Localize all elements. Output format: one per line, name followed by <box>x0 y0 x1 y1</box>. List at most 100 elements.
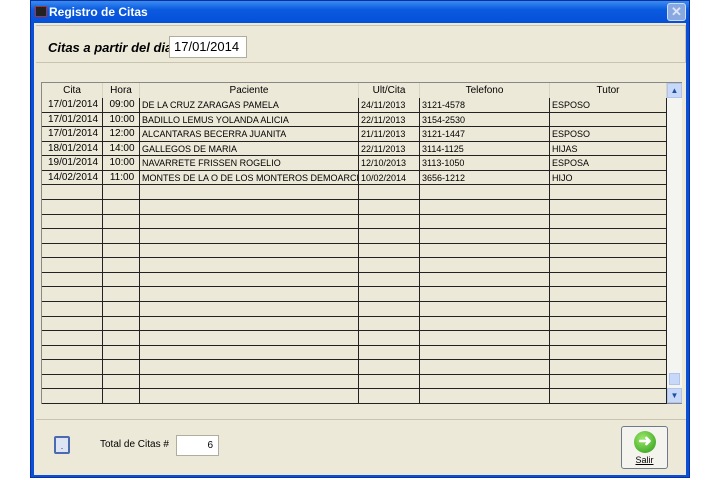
empty-cell[interactable] <box>550 331 667 346</box>
empty-cell[interactable] <box>550 316 667 332</box>
empty-cell[interactable] <box>420 389 550 404</box>
date-filter-input[interactable]: 17/01/2014 <box>169 36 247 58</box>
grid-cell[interactable]: 10/02/2014 <box>359 170 420 186</box>
empty-cell[interactable] <box>359 301 420 317</box>
grid-cell[interactable]: 10:00 <box>103 156 140 171</box>
empty-cell[interactable] <box>420 229 550 244</box>
empty-cell[interactable] <box>42 374 103 390</box>
grid-cell[interactable]: 19/01/2014 <box>42 156 103 171</box>
empty-cell[interactable] <box>42 331 103 346</box>
grid-cell[interactable]: 17/01/2014 <box>42 112 103 128</box>
empty-cell[interactable] <box>550 214 667 230</box>
grid-cell[interactable]: NAVARRETE FRISSEN ROGELIO <box>140 156 359 171</box>
empty-cell[interactable] <box>359 272 420 288</box>
empty-cell[interactable] <box>140 301 359 317</box>
empty-cell[interactable] <box>359 345 420 361</box>
column-header[interactable]: Paciente <box>140 83 359 98</box>
small-button[interactable]: . <box>54 436 70 454</box>
empty-cell[interactable] <box>140 199 359 215</box>
grid-cell[interactable]: 12:00 <box>103 127 140 142</box>
empty-cell[interactable] <box>103 316 140 332</box>
empty-cell[interactable] <box>140 331 359 346</box>
grid-cell[interactable]: 17/01/2014 <box>42 127 103 142</box>
grid-cell[interactable]: 22/11/2013 <box>359 112 420 128</box>
empty-cell[interactable] <box>359 185 420 200</box>
empty-cell[interactable] <box>550 258 667 273</box>
exit-button[interactable]: ➜ Salir <box>621 426 668 469</box>
empty-cell[interactable] <box>103 185 140 200</box>
empty-cell[interactable] <box>420 185 550 200</box>
empty-cell[interactable] <box>42 185 103 200</box>
grid-cell[interactable]: 17/01/2014 <box>42 98 103 113</box>
column-header[interactable]: Ult/Cita <box>359 83 420 98</box>
grid-cell[interactable]: GALLEGOS DE MARIA <box>140 141 359 157</box>
empty-cell[interactable] <box>103 243 140 259</box>
grid-cell[interactable]: 12/10/2013 <box>359 156 420 171</box>
empty-cell[interactable] <box>140 360 359 375</box>
empty-cell[interactable] <box>420 316 550 332</box>
scroll-down-button[interactable]: ▼ <box>667 388 682 403</box>
empty-cell[interactable] <box>103 360 140 375</box>
empty-cell[interactable] <box>420 272 550 288</box>
empty-cell[interactable] <box>420 360 550 375</box>
grid-cell[interactable]: 24/11/2013 <box>359 98 420 113</box>
grid-cell[interactable]: 3656-1212 <box>420 170 550 186</box>
empty-cell[interactable] <box>550 185 667 200</box>
grid-cell[interactable]: ESPOSO <box>550 127 667 142</box>
scroll-up-button[interactable]: ▲ <box>667 83 682 98</box>
empty-cell[interactable] <box>420 374 550 390</box>
grid-cell[interactable]: 11:00 <box>103 170 140 186</box>
grid-cell[interactable]: MONTES DE LA O DE LOS MONTEROS DEMOARCHI… <box>140 170 359 186</box>
empty-cell[interactable] <box>42 199 103 215</box>
empty-cell[interactable] <box>359 374 420 390</box>
empty-cell[interactable] <box>103 331 140 346</box>
grid-cell[interactable]: ESPOSO <box>550 98 667 113</box>
empty-cell[interactable] <box>550 360 667 375</box>
empty-cell[interactable] <box>359 331 420 346</box>
grid-cell[interactable]: BADILLO LEMUS YOLANDA ALICIA <box>140 112 359 128</box>
empty-cell[interactable] <box>103 389 140 404</box>
empty-cell[interactable] <box>359 316 420 332</box>
empty-cell[interactable] <box>420 301 550 317</box>
empty-cell[interactable] <box>103 258 140 273</box>
empty-cell[interactable] <box>420 258 550 273</box>
empty-cell[interactable] <box>140 258 359 273</box>
column-header[interactable]: Telefono <box>420 83 550 98</box>
empty-cell[interactable] <box>103 287 140 302</box>
grid-cell[interactable]: HIJAS <box>550 141 667 157</box>
empty-cell[interactable] <box>550 272 667 288</box>
scroll-thumb[interactable] <box>669 373 680 385</box>
empty-cell[interactable] <box>103 345 140 361</box>
empty-cell[interactable] <box>420 287 550 302</box>
empty-cell[interactable] <box>140 389 359 404</box>
empty-cell[interactable] <box>42 287 103 302</box>
empty-cell[interactable] <box>103 272 140 288</box>
empty-cell[interactable] <box>140 214 359 230</box>
empty-cell[interactable] <box>103 214 140 230</box>
empty-cell[interactable] <box>359 258 420 273</box>
grid-cell[interactable]: 3114-1125 <box>420 141 550 157</box>
empty-cell[interactable] <box>103 374 140 390</box>
grid-cell[interactable]: 14:00 <box>103 141 140 157</box>
column-header[interactable]: Hora <box>103 83 140 98</box>
empty-cell[interactable] <box>550 301 667 317</box>
empty-cell[interactable] <box>359 229 420 244</box>
empty-cell[interactable] <box>140 374 359 390</box>
grid-cell[interactable]: 09:00 <box>103 98 140 113</box>
empty-cell[interactable] <box>140 272 359 288</box>
empty-cell[interactable] <box>420 199 550 215</box>
empty-cell[interactable] <box>420 331 550 346</box>
grid-cell[interactable]: ESPOSA <box>550 156 667 171</box>
empty-cell[interactable] <box>420 345 550 361</box>
empty-cell[interactable] <box>42 389 103 404</box>
empty-cell[interactable] <box>359 199 420 215</box>
empty-cell[interactable] <box>359 214 420 230</box>
empty-cell[interactable] <box>140 243 359 259</box>
empty-cell[interactable] <box>42 272 103 288</box>
empty-cell[interactable] <box>550 287 667 302</box>
empty-cell[interactable] <box>42 301 103 317</box>
vertical-scrollbar[interactable]: ▲ ▼ <box>667 83 682 403</box>
empty-cell[interactable] <box>420 214 550 230</box>
column-header[interactable]: Cita <box>42 83 103 98</box>
empty-cell[interactable] <box>550 345 667 361</box>
